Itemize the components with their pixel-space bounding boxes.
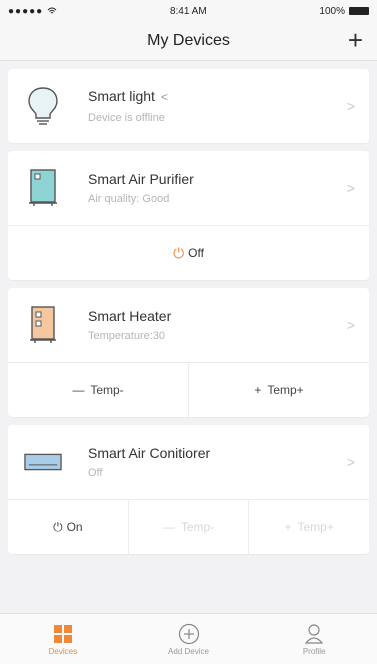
- air-purifier-icon: [24, 166, 62, 210]
- chevron-right-icon: >: [346, 454, 355, 470]
- nav-bar: My Devices +: [0, 22, 377, 61]
- minus-icon: —: [162, 520, 175, 534]
- device-list: Smart light < Device is offline > Smart A…: [0, 61, 377, 554]
- device-status: Device is offline: [88, 112, 165, 124]
- signal-icon: ●●●●●: [8, 5, 44, 17]
- device-status: Air quality: Good: [88, 193, 170, 205]
- battery-indicator: 100%: [319, 6, 369, 17]
- temp-down-label: Temp-: [90, 383, 124, 397]
- power-label: Off: [188, 246, 204, 260]
- status-time: 8:41 AM: [169, 5, 207, 17]
- temp-down-label: Temp-: [180, 520, 215, 534]
- device-row-heater[interactable]: Smart Heater Temperature:30 >: [8, 288, 369, 362]
- status-bar: ●●●●● 8:41 AM 100%: [0, 0, 377, 22]
- tab-label: Profile: [302, 646, 326, 656]
- power-on-label: On: [66, 520, 83, 534]
- page-title: My Devices: [147, 32, 230, 49]
- air-conditioner-icon: [24, 440, 62, 484]
- tab-label: Devices: [48, 646, 78, 656]
- chevron-right-icon: >: [346, 180, 355, 196]
- device-row-smart-light[interactable]: Smart light < Device is offline >: [8, 69, 369, 143]
- plus-icon: +: [254, 383, 262, 397]
- battery-percent: 100%: [319, 5, 345, 17]
- heater-icon: [24, 303, 62, 347]
- device-name: Smart light: [88, 88, 155, 104]
- power-on-button[interactable]: ⏻ On: [8, 500, 128, 554]
- heater-controls: — Temp- + Temp+: [8, 362, 369, 417]
- plus-circle-icon: [178, 623, 200, 645]
- temp-up-label: Temp+: [297, 520, 334, 534]
- grid-icon: [53, 623, 73, 645]
- signal-indicator: ●●●●●: [8, 6, 57, 17]
- tab-devices[interactable]: Devices: [0, 614, 126, 664]
- power-icon: ⏻: [173, 244, 185, 261]
- temp-down-button[interactable]: — Temp-: [8, 363, 188, 417]
- air-conditioner-controls: ⏻ On — Temp- + Temp+: [8, 499, 369, 554]
- tab-label: Add Device: [168, 646, 209, 656]
- temp-up-button[interactable]: + Temp+: [248, 500, 369, 554]
- power-icon: ⏻: [53, 519, 63, 534]
- plus-icon: +: [347, 25, 363, 55]
- tab-bar: Devices Add Device Profile: [0, 613, 377, 664]
- lightbulb-icon: [24, 84, 62, 128]
- temp-up-button[interactable]: + Temp+: [188, 363, 369, 417]
- device-card-smart-light: Smart light < Device is offline >: [8, 69, 369, 143]
- tab-add-device[interactable]: Add Device: [126, 614, 252, 664]
- device-row-air-purifier[interactable]: Smart Air Purifier Air quality: Good >: [8, 151, 369, 225]
- person-icon: [304, 623, 324, 645]
- device-status: Off: [88, 467, 103, 479]
- device-row-air-conditioner[interactable]: Smart Air Conitiorer Off >: [8, 425, 369, 499]
- share-icon[interactable]: <: [161, 90, 168, 104]
- device-card-air-purifier: Smart Air Purifier Air quality: Good > ⏻…: [8, 151, 369, 280]
- device-card-heater: Smart Heater Temperature:30 > — Temp- + …: [8, 288, 369, 417]
- device-name: Smart Heater: [88, 308, 172, 324]
- plus-icon: +: [284, 520, 292, 534]
- device-card-air-conditioner: Smart Air Conitiorer Off > ⏻ On — Temp- …: [8, 425, 369, 554]
- add-device-button[interactable]: +: [348, 27, 363, 53]
- tab-profile[interactable]: Profile: [251, 614, 377, 664]
- minus-icon: —: [72, 383, 85, 397]
- power-off-button[interactable]: ⏻ Off: [8, 225, 369, 280]
- temp-down-button[interactable]: — Temp-: [127, 500, 249, 554]
- wifi-icon: [47, 7, 57, 14]
- device-name: Smart Air Purifier: [88, 171, 194, 187]
- chevron-right-icon: >: [346, 317, 355, 333]
- temp-up-label: Temp+: [267, 383, 304, 397]
- chevron-right-icon: >: [346, 98, 355, 114]
- device-name: Smart Air Conitiorer: [88, 445, 211, 461]
- device-status: Temperature:30: [88, 330, 166, 342]
- battery-icon: [348, 6, 369, 15]
